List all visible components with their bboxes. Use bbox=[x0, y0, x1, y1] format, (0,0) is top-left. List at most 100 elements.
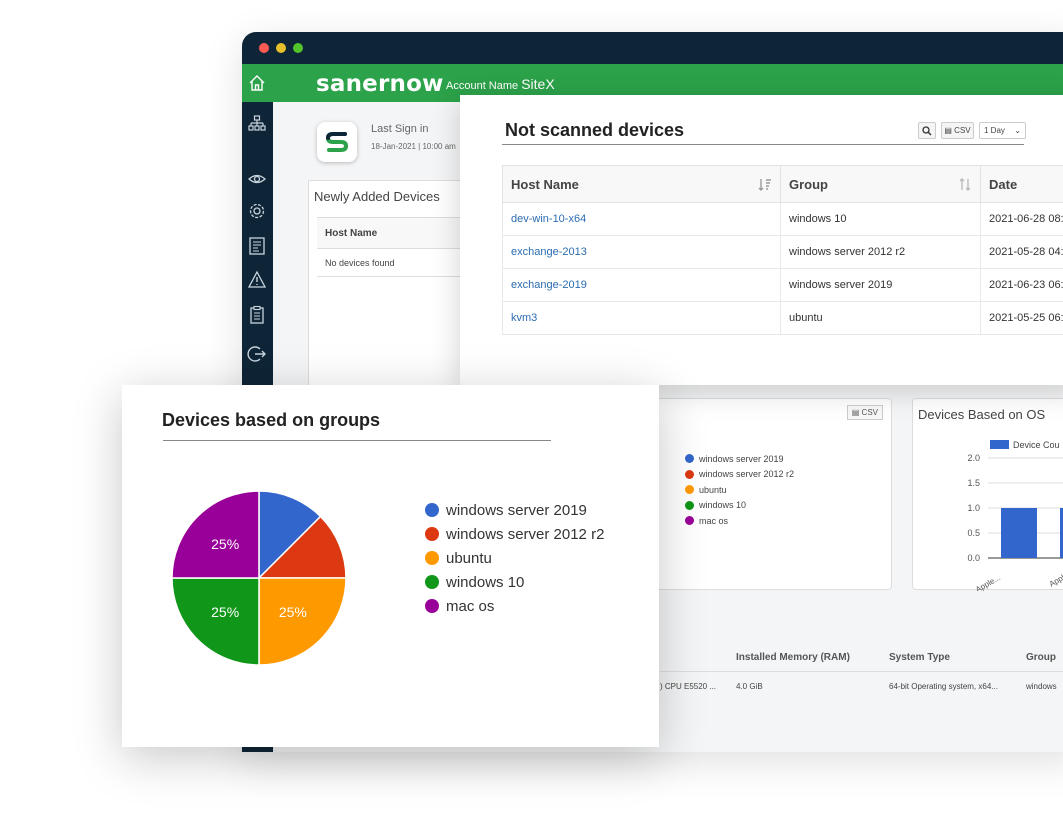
host-name-link[interactable]: exchange-2019 bbox=[502, 268, 781, 302]
group-cell: windows 10 bbox=[780, 202, 981, 236]
newly-added-title: Newly Added Devices bbox=[314, 189, 440, 204]
pie-slice[interactable] bbox=[258, 577, 347, 666]
pie-data-label: 25% bbox=[211, 536, 239, 552]
legend-swatch bbox=[685, 469, 694, 479]
title-divider bbox=[163, 440, 551, 441]
legend-item: ubuntu bbox=[685, 482, 794, 498]
window-titlebar bbox=[242, 32, 1063, 64]
column-label: Host Name bbox=[511, 176, 579, 192]
column-header-group[interactable]: Group bbox=[780, 165, 981, 203]
table-header: Installed Memory (RAM) System Type Group bbox=[660, 642, 1063, 672]
y-tick-label: 2.0 bbox=[967, 453, 980, 463]
legend-label: ubuntu bbox=[699, 484, 727, 495]
column-header-ram[interactable]: Installed Memory (RAM) bbox=[736, 652, 850, 663]
csv-icon: ▤ bbox=[944, 126, 955, 135]
legend-item: windows 10 bbox=[685, 498, 794, 514]
groups-panel-background: ▤ CSV windows server 2019 windows server… bbox=[652, 398, 892, 590]
y-tick-label: 1.5 bbox=[967, 478, 980, 488]
cell-cpu: ) CPU E5520 ... bbox=[660, 682, 717, 691]
saner-logo bbox=[317, 122, 357, 162]
pie-slice[interactable] bbox=[171, 577, 260, 666]
date-cell: 2021-06-28 08:3 bbox=[980, 202, 1063, 236]
legend-swatch bbox=[425, 551, 439, 565]
os-legend-label: Device Cou bbox=[1013, 440, 1060, 450]
minimize-window-dot[interactable] bbox=[276, 43, 286, 53]
legend-swatch bbox=[425, 527, 439, 541]
legend-item[interactable]: ubuntu bbox=[425, 546, 604, 570]
legend-label: ubuntu bbox=[446, 549, 492, 567]
background-legend: windows server 2019 windows server 2012 … bbox=[685, 451, 794, 529]
legend-item[interactable]: windows server 2019 bbox=[425, 498, 604, 522]
legend-swatch bbox=[685, 485, 694, 495]
legend-swatch bbox=[685, 516, 694, 526]
sort-icon[interactable] bbox=[958, 178, 972, 191]
date-cell: 2021-05-28 04:4 bbox=[980, 235, 1063, 269]
host-name-link[interactable]: exchange-2013 bbox=[502, 235, 781, 269]
column-header-host-name[interactable]: Host Name bbox=[502, 165, 781, 203]
network-icon[interactable] bbox=[247, 114, 267, 134]
home-icon[interactable] bbox=[248, 74, 266, 92]
logout-icon[interactable] bbox=[247, 344, 267, 364]
column-header-system-type[interactable]: System Type bbox=[889, 652, 950, 663]
devices-table-background: Installed Memory (RAM) System Type Group… bbox=[660, 642, 1063, 702]
legend-label: windows 10 bbox=[446, 573, 525, 591]
search-button[interactable] bbox=[918, 122, 936, 139]
legend-swatch bbox=[685, 500, 694, 510]
group-cell: ubuntu bbox=[780, 301, 981, 335]
os-panel-title: Devices Based on OS bbox=[918, 407, 1046, 422]
date-cell: 2021-06-23 06:5 bbox=[980, 268, 1063, 302]
date-cell: 2021-05-25 06:5 bbox=[980, 301, 1063, 335]
not-scanned-table: Host Name Group Date dev-win-10-x64 wind… bbox=[502, 165, 1063, 335]
pie-slice[interactable] bbox=[171, 490, 260, 579]
legend-item[interactable]: mac os bbox=[425, 594, 604, 618]
y-tick-label: 0.5 bbox=[967, 528, 980, 538]
legend-label: windows server 2012 r2 bbox=[446, 525, 605, 543]
account-name: SiteX bbox=[521, 76, 555, 92]
legend-label: windows server 2019 bbox=[446, 501, 587, 519]
host-name-link[interactable]: kvm3 bbox=[502, 301, 781, 335]
close-window-dot[interactable] bbox=[259, 43, 269, 53]
eye-icon[interactable] bbox=[247, 169, 267, 189]
legend-label: windows server 2012 r2 bbox=[699, 469, 795, 480]
group-cell: windows server 2012 r2 bbox=[780, 235, 981, 269]
legend-label: windows server 2019 bbox=[699, 453, 784, 464]
column-label: Group bbox=[789, 176, 828, 192]
legend-swatch bbox=[685, 454, 694, 464]
legend-item[interactable]: windows 10 bbox=[425, 570, 604, 594]
host-name-link[interactable]: dev-win-10-x64 bbox=[502, 202, 781, 236]
warning-icon[interactable] bbox=[247, 270, 267, 290]
csv-export-button[interactable]: ▤ CSV bbox=[846, 405, 883, 420]
os-bar[interactable] bbox=[1001, 508, 1037, 558]
x-tick-label: Apple... bbox=[974, 573, 1002, 591]
legend-swatch bbox=[425, 503, 439, 517]
legend-label: windows 10 bbox=[699, 500, 747, 511]
os-bar-chart: Device Cou 2.0 1.5 1.0 0.5 0.0 Apple... … bbox=[967, 440, 1063, 591]
account-label: Account Name bbox=[446, 80, 519, 92]
legend-swatch bbox=[425, 575, 439, 589]
cell-group: windows bbox=[1026, 682, 1057, 691]
column-header-group[interactable]: Group bbox=[1026, 652, 1056, 663]
column-label: Date bbox=[989, 176, 1018, 192]
maximize-window-dot[interactable] bbox=[293, 43, 303, 53]
column-header-date[interactable]: Date bbox=[980, 165, 1063, 203]
csv-export-button[interactable]: ▤ CSV bbox=[941, 122, 974, 139]
groups-legend: windows server 2019 windows server 2012 … bbox=[425, 498, 604, 618]
csv-label: CSV bbox=[861, 408, 878, 417]
not-scanned-title: Not scanned devices bbox=[505, 120, 685, 140]
legend-label: mac os bbox=[699, 515, 729, 526]
screenshot-stage: sanernow Account Name SiteX Last Sign in… bbox=[0, 0, 1063, 820]
account-info: Account Name SiteX bbox=[446, 76, 555, 92]
table-header-row: Host Name Group Date bbox=[502, 165, 1063, 203]
sort-icon[interactable] bbox=[758, 178, 772, 191]
legend-swatch bbox=[425, 599, 439, 613]
clipboard-icon[interactable] bbox=[247, 305, 267, 325]
report-icon[interactable] bbox=[247, 236, 267, 256]
legend-item[interactable]: windows server 2012 r2 bbox=[425, 522, 604, 546]
time-range-select[interactable]: 1 Day ⌄ bbox=[979, 122, 1026, 139]
groups-pie-chart: 25% 25% 25% bbox=[171, 490, 347, 666]
pie-data-label: 25% bbox=[279, 604, 307, 620]
gear-icon[interactable] bbox=[247, 201, 267, 221]
legend-item: mac os bbox=[685, 513, 794, 529]
time-range-value: 1 Day bbox=[984, 126, 1005, 135]
os-legend-swatch bbox=[990, 440, 1009, 449]
